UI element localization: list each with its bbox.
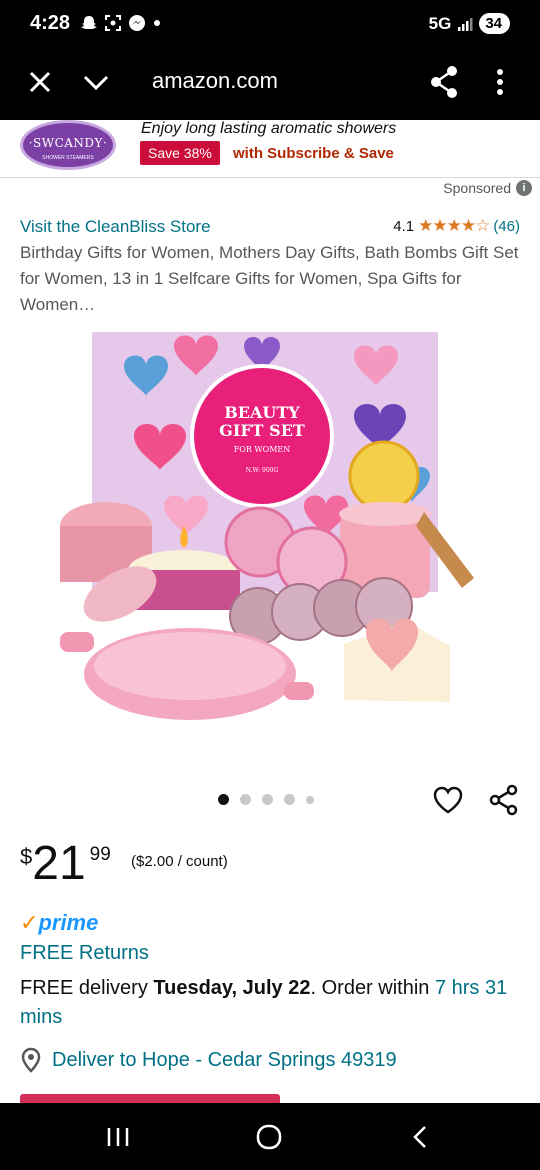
status-right: 5G 34 [429,13,510,34]
dot-icon [154,20,160,26]
delivery-prefix: FREE delivery [20,977,154,999]
image-carousel-dots[interactable] [218,794,314,805]
close-icon[interactable] [24,66,56,98]
status-bar: 4:28 5G 34 [0,0,540,48]
box-title-line1: BEAUTY [224,403,300,422]
logo-subtext: SHOWER STEAMERS [42,155,94,161]
sponsored-text: Sponsored [443,180,511,196]
status-time: 4:28 [30,12,71,34]
delivery-date: Tuesday, July 22 [153,977,311,999]
subscribe-save-text: with Subscribe & Save [233,145,394,162]
signal-icon [458,17,473,31]
price-currency: $ [20,844,33,869]
store-link[interactable]: Visit the CleanBliss Store [20,217,211,237]
ad-tagline: Enjoy long lasting aromatic showers [141,120,397,137]
price: $ 21 99 [20,838,111,890]
free-returns-link[interactable]: FREE Returns [20,942,149,965]
snapchat-icon [81,16,97,29]
screenshot-icon [105,15,121,31]
more-vert-icon[interactable] [488,64,512,100]
sponsored-label[interactable]: Sponsored i [443,180,532,196]
network-type: 5G [428,13,452,33]
home-icon[interactable] [255,1123,283,1151]
brand-logo[interactable]: ·SWCANDY· SHOWER STEAMERS [20,120,116,170]
bath-bomb-yellow [348,440,420,512]
product-image[interactable]: BEAUTY GIFT SET FOR WOMEN N.W: 900G [54,326,490,746]
carousel-dot[interactable] [262,794,273,805]
battery-indicator: 34 [479,13,510,34]
box-title-line2: GIFT SET [219,421,305,440]
share-icon[interactable] [428,64,460,100]
info-icon[interactable]: i [516,180,532,196]
system-nav-bar [0,1103,540,1170]
prime-label: prime [38,910,99,935]
location-pin-icon [21,1047,41,1073]
carousel-dot[interactable] [240,794,251,805]
share-product-icon[interactable] [488,784,520,816]
battery-level: 34 [485,15,502,32]
price-whole: 21 [32,837,86,890]
messenger-icon [129,15,145,31]
back-icon[interactable] [407,1123,435,1151]
wishlist-heart-icon[interactable] [432,784,464,816]
sponsored-ad-banner[interactable]: ·SWCANDY· SHOWER STEAMERS Enjoy long las… [0,120,540,178]
rating-count[interactable]: (46) [493,218,520,235]
price-fraction: 99 [89,844,111,865]
logo-text: ·SWCANDY· [28,136,108,150]
unit-price: ($2.00 / count) [131,853,228,870]
rating-summary[interactable]: 4.1 ★★★★☆ (46) [393,216,520,236]
save-badge: Save 38% [140,141,220,165]
browser-toolbar: amazon.com [0,48,540,120]
deliver-to-text: Deliver to Hope - Cedar Springs 49319 [52,1048,397,1071]
carousel-dot[interactable] [284,794,295,805]
notification-icons [80,14,162,32]
delivery-info: FREE delivery Tuesday, July 22. Order wi… [20,974,520,1032]
box-weight: N.W: 900G [246,467,279,474]
prime-check-icon: ✓ [20,910,39,935]
rating-value: 4.1 [393,217,415,235]
star-rating-icon: ★★★★☆ [418,216,490,235]
product-title[interactable]: Birthday Gifts for Women, Mothers Day Gi… [20,240,520,318]
recent-apps-icon[interactable] [104,1123,132,1151]
carousel-dot[interactable] [306,795,314,804]
chevron-down-icon[interactable] [80,66,112,98]
box-subtitle: FOR WOMEN [234,445,291,454]
delivery-middle: . Order within [310,977,435,999]
carousel-dot[interactable] [218,794,229,805]
url-bar[interactable]: amazon.com [152,68,278,94]
deliver-to-link[interactable]: Deliver to Hope - Cedar Springs 49319 [20,1047,397,1073]
prime-badge[interactable]: ✓prime [20,910,98,936]
